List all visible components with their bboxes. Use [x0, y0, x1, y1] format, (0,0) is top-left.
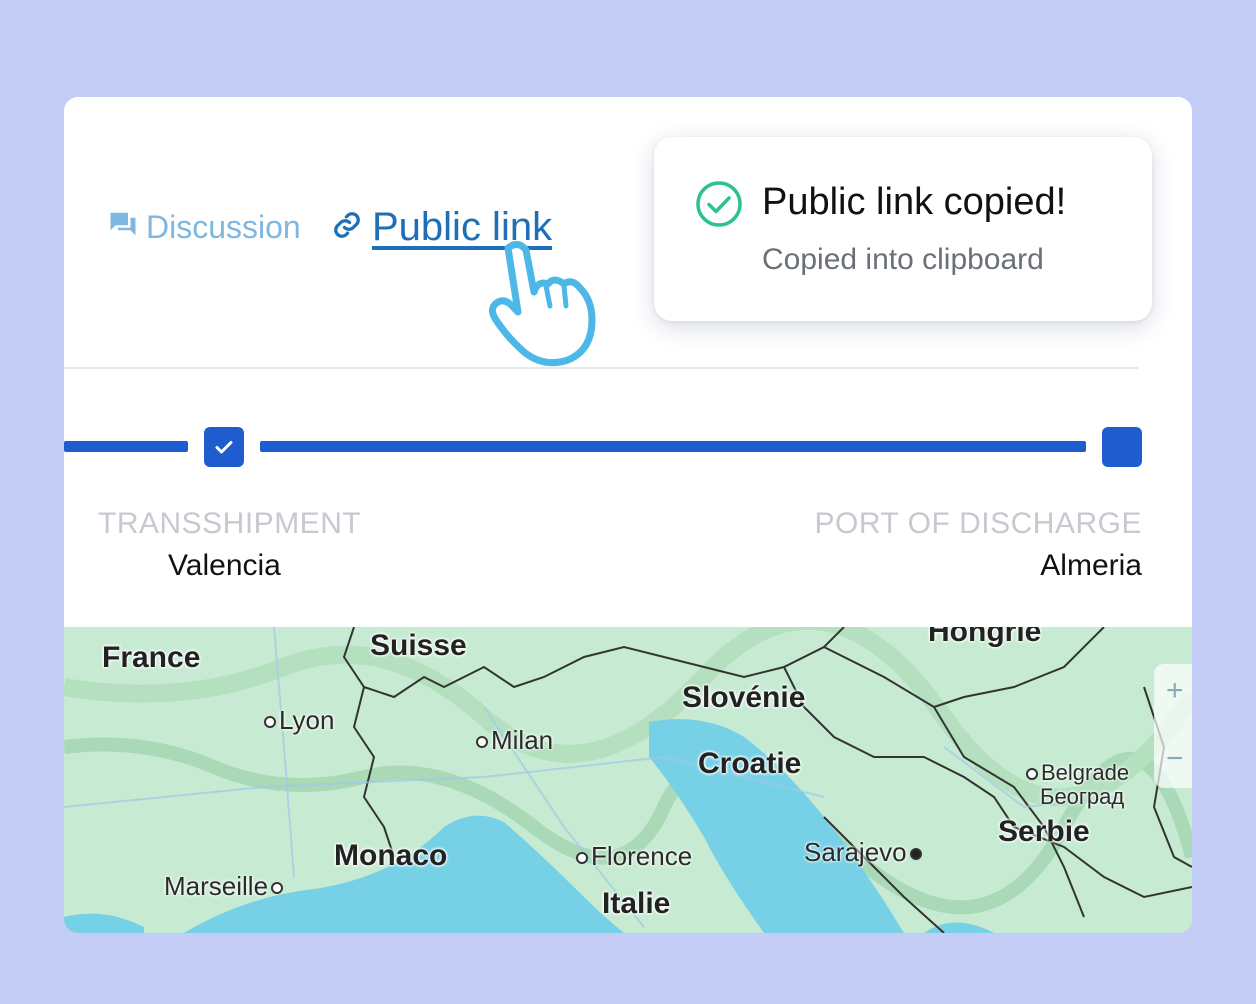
map-city: Lyon — [264, 705, 334, 736]
stop-node-discharge — [1102, 427, 1142, 467]
route-segment — [64, 441, 188, 452]
link-icon — [332, 205, 362, 250]
map-label-country: Suisse — [370, 629, 467, 662]
map-label-country: Monaco — [334, 839, 448, 872]
stop-city: Almeria — [1040, 549, 1142, 582]
tab-discussion-label: Discussion — [146, 209, 301, 245]
toast-title: Public link copied! — [762, 181, 1067, 223]
map-city: Marseille — [164, 871, 286, 902]
route-timeline — [64, 422, 1192, 472]
map-label-country: Croatie — [698, 747, 802, 780]
map-label-country: Slovénie — [682, 681, 806, 714]
check-circle-icon — [694, 179, 744, 234]
tab-discussion[interactable]: Discussion — [108, 209, 301, 246]
chat-icon — [108, 209, 138, 246]
zoom-out-button[interactable]: − — [1166, 742, 1184, 776]
stop-label: PORT OF DISCHARGE — [814, 507, 1142, 540]
zoom-in-button[interactable]: + — [1166, 674, 1184, 708]
map-label-country: Italie — [602, 887, 671, 920]
stop-city: Valencia — [168, 549, 281, 582]
hand-pointer-icon — [488, 240, 608, 375]
map-city: Milan — [476, 725, 553, 756]
map-label-country: France — [102, 641, 201, 674]
map-label-country: Hongrie — [928, 627, 1042, 648]
toast-subtitle: Copied into clipboard — [762, 243, 1044, 276]
toast-notification: Public link copied! Copied into clipboar… — [654, 137, 1152, 321]
map-city: Sarajevo — [804, 837, 925, 868]
map-city: Belgrade Београд — [1026, 761, 1129, 809]
checkmark-icon — [215, 441, 233, 454]
stop-label: TRANSSHIPMENT — [98, 507, 362, 540]
route-map[interactable]: France Suisse Hongrie Slovénie Croatie S… — [64, 627, 1192, 933]
stop-node-transshipment — [204, 427, 244, 467]
map-city: Florence — [576, 841, 692, 872]
map-zoom-control[interactable]: + − — [1154, 664, 1192, 788]
route-segment — [260, 441, 1086, 452]
map-label-country: Serbie — [998, 815, 1090, 848]
